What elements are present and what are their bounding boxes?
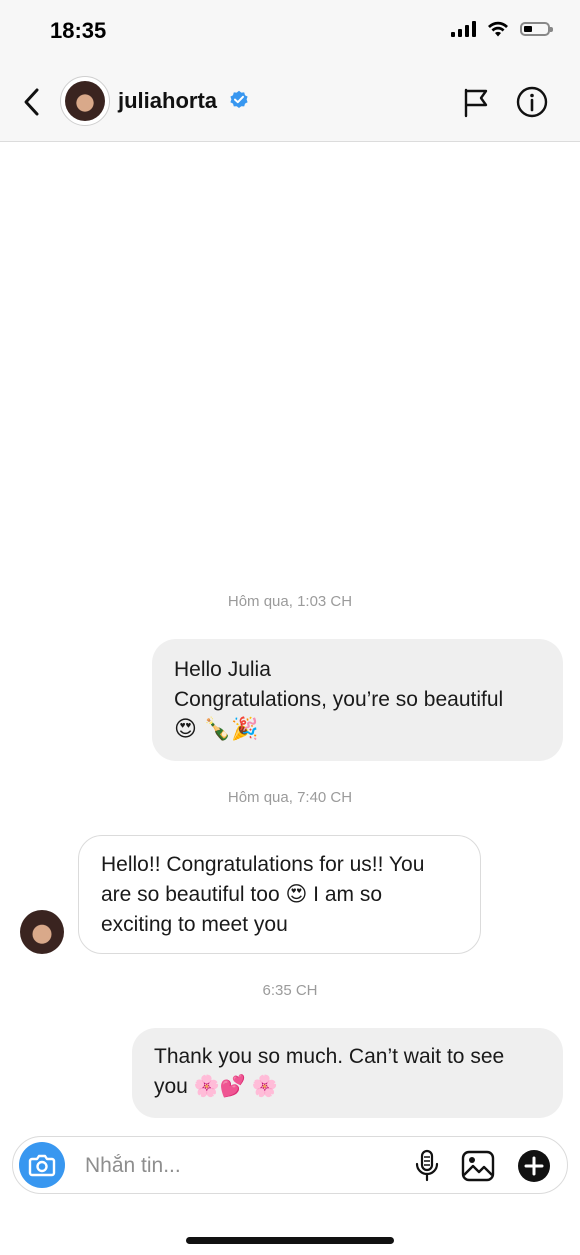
camera-button[interactable] <box>19 1142 65 1188</box>
camera-icon <box>28 1154 56 1177</box>
status-time: 18:35 <box>50 18 107 43</box>
cellular-signal-icon <box>451 21 476 37</box>
plus-icon[interactable] <box>517 1149 551 1183</box>
sender-avatar[interactable] <box>20 910 64 954</box>
message-text-line: Congratulations, you’re so beautiful <box>174 688 504 711</box>
chat-header: juliahorta <box>0 64 580 142</box>
message-timestamp: Hôm qua, 1:03 CH <box>227 593 353 610</box>
incoming-message-bubble[interactable]: Hello!! Congratulations for us!! You are… <box>78 835 481 954</box>
message-text-line: Hello Julia <box>174 658 271 681</box>
outgoing-message-bubble[interactable]: Thank you so much. Can’t wait to see you… <box>132 1028 563 1118</box>
status-icons <box>451 20 553 38</box>
message-text-line: exciting to meet you <box>101 913 288 936</box>
wifi-icon <box>488 21 508 37</box>
message-timestamp: Hôm qua, 7:40 CH <box>227 789 353 806</box>
home-indicator[interactable] <box>186 1237 394 1244</box>
outgoing-message-bubble[interactable]: Hello Julia Congratulations, you’re so b… <box>152 639 563 761</box>
message-text-line: Thank you so much. Can’t wait to see <box>154 1045 505 1068</box>
status-bar: 18:35 <box>0 0 580 64</box>
avatar[interactable] <box>60 76 110 126</box>
chat-username[interactable]: juliahorta <box>118 88 217 114</box>
message-text-line: are so beautiful too 😍 I am so <box>101 883 383 906</box>
message-text-line: you 🌸💕 🌸 <box>154 1075 278 1098</box>
avatar-image <box>65 81 105 121</box>
microphone-icon[interactable] <box>413 1149 441 1183</box>
flag-icon[interactable] <box>462 88 490 118</box>
message-timestamp: 6:35 CH <box>262 982 318 999</box>
verified-badge-icon <box>230 90 248 108</box>
battery-icon <box>520 22 553 36</box>
message-input[interactable] <box>83 1146 387 1186</box>
back-chevron-icon[interactable] <box>18 84 46 120</box>
info-icon[interactable] <box>516 86 548 118</box>
message-text-line: Hello!! Congratulations for us!! You <box>101 853 425 876</box>
message-composer <box>12 1136 568 1194</box>
message-text-line: 😍 🍾🎉 <box>174 717 259 742</box>
gallery-icon[interactable] <box>461 1150 495 1182</box>
